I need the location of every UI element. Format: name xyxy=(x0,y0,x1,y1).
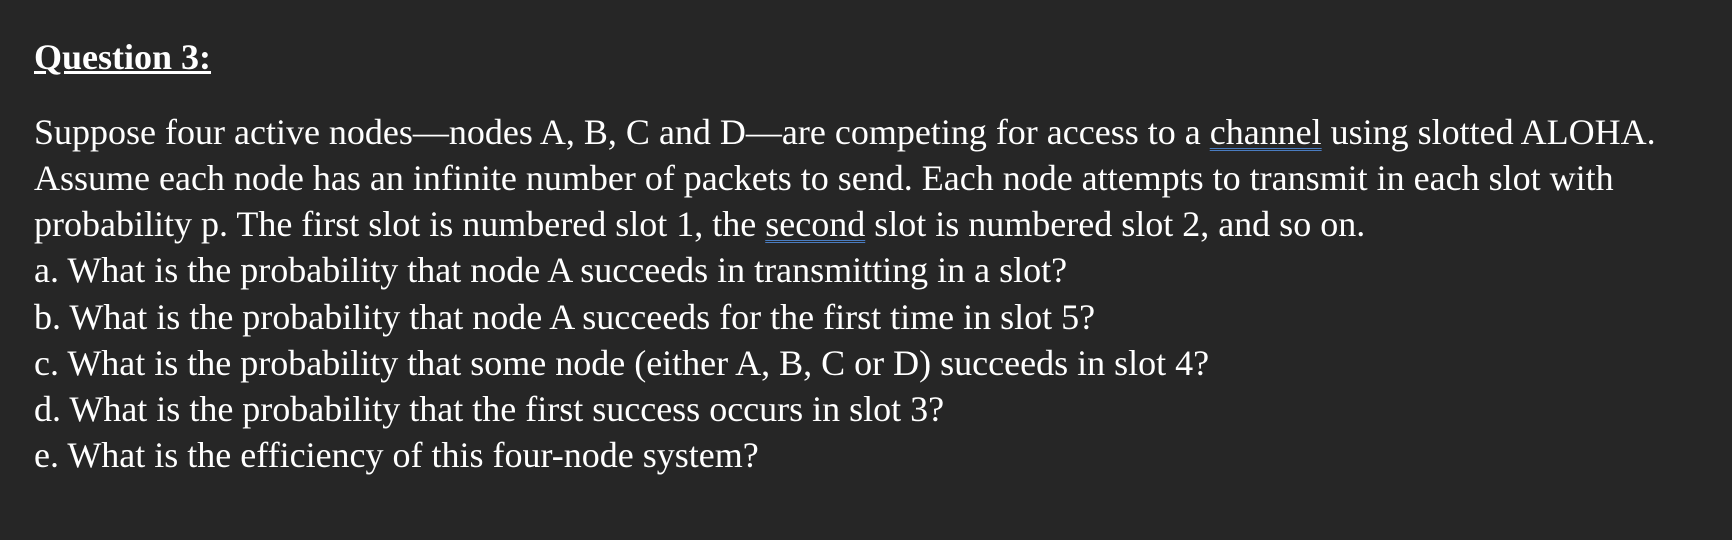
part-d: d. What is the probability that the firs… xyxy=(34,389,944,429)
intro-text-3: slot is numbered slot 2, and so on. xyxy=(865,204,1365,244)
part-b: b. What is the probability that node A s… xyxy=(34,297,1095,337)
link-channel[interactable]: channel xyxy=(1210,112,1322,152)
part-a: a. What is the probability that node A s… xyxy=(34,250,1067,290)
question-body: Suppose four active nodes—nodes A, B, C … xyxy=(34,109,1698,478)
question-block: Question 3: Suppose four active nodes—no… xyxy=(0,0,1732,508)
question-heading: Question 3: xyxy=(34,36,1698,79)
part-c: c. What is the probability that some nod… xyxy=(34,343,1209,383)
link-second[interactable]: second xyxy=(765,204,865,244)
part-e: e. What is the efficiency of this four-n… xyxy=(34,435,759,475)
intro-text-1: Suppose four active nodes—nodes A, B, C … xyxy=(34,112,1210,152)
